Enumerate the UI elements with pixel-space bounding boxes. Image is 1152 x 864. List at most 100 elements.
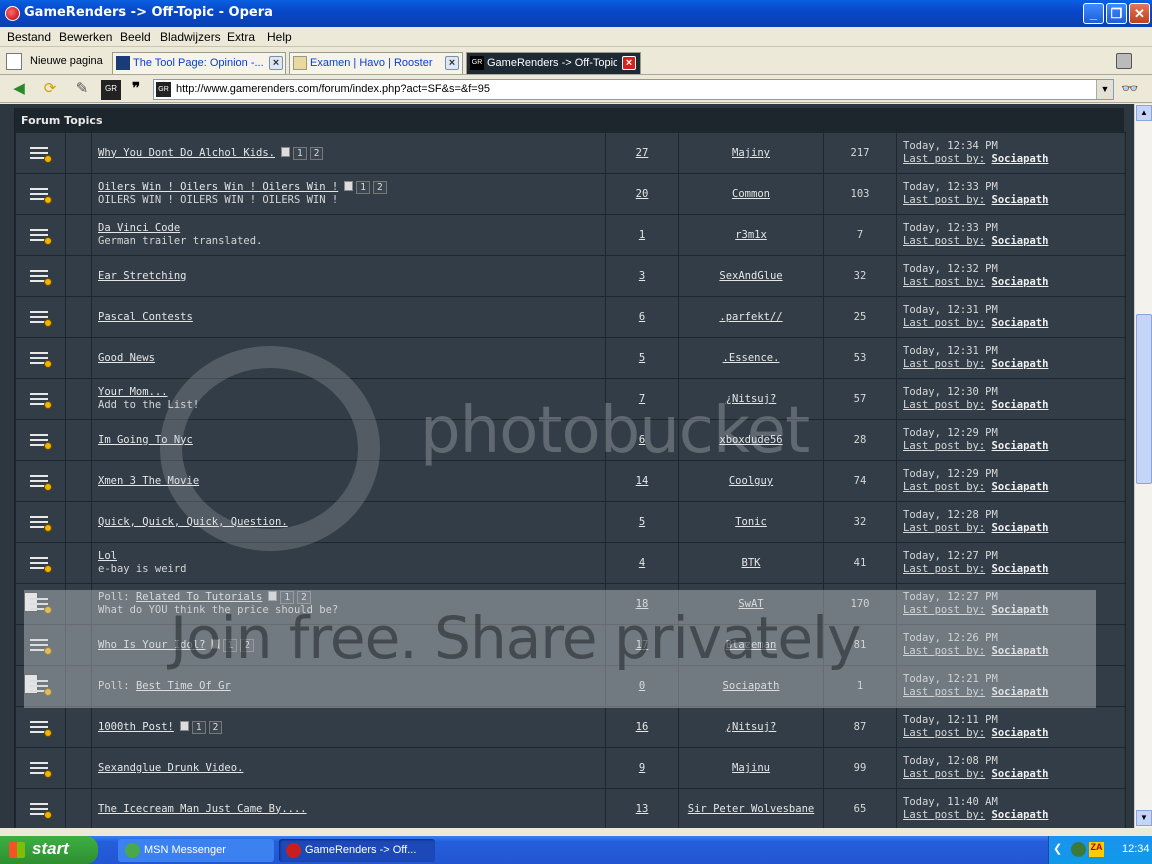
replies-count-link[interactable]: 16: [636, 721, 649, 733]
edit-icon[interactable]: ✎: [72, 80, 92, 100]
topic-starter-link[interactable]: Tonic: [735, 516, 767, 528]
menu-bestand[interactable]: Bestand: [7, 30, 51, 44]
topic-starter-link[interactable]: BTK: [742, 557, 761, 569]
last-post-link[interactable]: Last post by:: [903, 522, 985, 534]
replies-count-link[interactable]: 5: [639, 352, 645, 364]
topic-title-link[interactable]: Why You Dont Do Alchol Kids.: [98, 147, 275, 159]
last-poster-link[interactable]: Sociapath: [992, 481, 1049, 493]
replies-count-link[interactable]: 27: [636, 147, 649, 159]
topic-starter-link[interactable]: Majinu: [732, 762, 770, 774]
replies-count-link[interactable]: 14: [636, 475, 649, 487]
trash-icon[interactable]: [1116, 53, 1132, 69]
close-tab-icon[interactable]: ×: [445, 56, 459, 70]
menu-bladwijzers[interactable]: Bladwijzers: [160, 30, 221, 44]
taskbar-item-opera[interactable]: GameRenders -> Off...: [279, 839, 435, 862]
page-link[interactable]: 2: [208, 720, 223, 734]
last-post-link[interactable]: Last post by:: [903, 481, 985, 493]
last-post-link[interactable]: Last post by:: [903, 276, 985, 288]
back-icon[interactable]: ◀: [9, 80, 29, 100]
topic-starter-link[interactable]: .parfekt//: [719, 311, 782, 323]
page-link[interactable]: 2: [372, 181, 387, 194]
menu-extra[interactable]: Extra: [227, 30, 255, 44]
topic-title-link[interactable]: Ear Stretching: [98, 270, 187, 282]
last-post-link[interactable]: Last post by:: [903, 563, 985, 575]
last-poster-link[interactable]: Sociapath: [992, 317, 1049, 329]
last-post-link[interactable]: Last post by:: [903, 440, 985, 452]
scroll-up-icon[interactable]: ▲: [1136, 105, 1152, 121]
quote-icon[interactable]: ❞: [126, 80, 146, 100]
last-post-link[interactable]: Last post by:: [903, 358, 985, 370]
topic-starter-link[interactable]: Coolguy: [729, 475, 773, 487]
topic-title-link[interactable]: Da Vinci Code: [98, 222, 180, 234]
last-post-link[interactable]: Last post by:: [903, 153, 985, 165]
last-post-link[interactable]: Last post by:: [903, 194, 985, 206]
tab-tool-page[interactable]: The Tool Page: Opinion -... ×: [112, 52, 286, 74]
topic-starter-link[interactable]: SexAndGlue: [719, 270, 782, 282]
topic-title-link[interactable]: Your Mom...: [98, 386, 168, 398]
close-button[interactable]: ✕: [1129, 3, 1150, 24]
last-poster-link[interactable]: Sociapath: [992, 235, 1049, 247]
last-post-link[interactable]: Last post by:: [903, 235, 985, 247]
topic-title-link[interactable]: 1000th Post!: [98, 721, 174, 733]
vertical-scrollbar[interactable]: ▲ ▼: [1134, 104, 1152, 828]
topic-title-link[interactable]: Good News: [98, 352, 155, 364]
topic-starter-link[interactable]: Common: [732, 188, 770, 200]
maximize-button[interactable]: ❐: [1106, 3, 1127, 24]
replies-count-link[interactable]: 3: [639, 270, 645, 282]
last-post-link[interactable]: Last post by:: [903, 768, 985, 780]
last-poster-link[interactable]: Sociapath: [992, 563, 1049, 575]
topic-title-link[interactable]: Lol: [98, 550, 117, 562]
topic-title-link[interactable]: Pascal Contests: [98, 311, 193, 323]
binoculars-icon[interactable]: 👓: [1121, 80, 1145, 98]
close-tab-icon[interactable]: ×: [622, 56, 636, 70]
last-poster-link[interactable]: Sociapath: [992, 399, 1049, 411]
last-poster-link[interactable]: Sociapath: [992, 440, 1049, 452]
tray-expand-icon[interactable]: ❮: [1053, 842, 1068, 857]
menu-beeld[interactable]: Beeld: [120, 30, 151, 44]
minimize-button[interactable]: _: [1083, 3, 1104, 24]
page-link[interactable]: 2: [309, 146, 324, 160]
close-tab-icon[interactable]: ×: [269, 56, 283, 70]
topic-starter-link[interactable]: Sir Peter Wolvesbane: [688, 803, 814, 815]
topic-title-link[interactable]: The Icecream Man Just Came By....: [98, 803, 307, 815]
reload-icon[interactable]: ⟳: [40, 80, 60, 100]
topic-starter-link[interactable]: ¿Nitsuj?: [726, 721, 777, 733]
last-poster-link[interactable]: Sociapath: [992, 809, 1049, 821]
last-poster-link[interactable]: Sociapath: [992, 727, 1049, 739]
last-post-link[interactable]: Last post by:: [903, 809, 985, 821]
address-dropdown-icon[interactable]: ▼: [1096, 80, 1113, 99]
replies-count-link[interactable]: 4: [639, 557, 645, 569]
gr-bookmark-icon[interactable]: GR: [101, 80, 121, 100]
replies-count-link[interactable]: 1: [639, 229, 645, 241]
last-poster-link[interactable]: Sociapath: [992, 522, 1049, 534]
address-input[interactable]: http://www.gamerenders.com/forum/index.p…: [176, 83, 490, 95]
topic-title-link[interactable]: Sexandglue Drunk Video.: [98, 762, 243, 774]
tab-examen[interactable]: Examen | Havo | Rooster ×: [289, 52, 463, 74]
menu-help[interactable]: Help: [267, 30, 292, 44]
last-poster-link[interactable]: Sociapath: [992, 194, 1049, 206]
taskbar-item-msn[interactable]: MSN Messenger: [118, 839, 274, 862]
scroll-thumb[interactable]: [1136, 314, 1152, 484]
scroll-down-icon[interactable]: ▼: [1136, 810, 1152, 826]
address-bar[interactable]: GR http://www.gamerenders.com/forum/inde…: [153, 79, 1114, 100]
menu-bewerken[interactable]: Bewerken: [59, 30, 112, 44]
page-link[interactable]: 1: [191, 720, 206, 734]
last-poster-link[interactable]: Sociapath: [992, 153, 1049, 165]
replies-count-link[interactable]: 20: [636, 188, 649, 200]
topic-starter-link[interactable]: r3m1x: [735, 229, 767, 241]
topic-starter-link[interactable]: .Essence.: [723, 352, 780, 364]
replies-count-link[interactable]: 5: [639, 516, 645, 528]
last-post-link[interactable]: Last post by:: [903, 727, 985, 739]
page-link[interactable]: 1: [293, 146, 307, 160]
page-link[interactable]: 1: [356, 181, 370, 194]
last-poster-link[interactable]: Sociapath: [992, 276, 1049, 288]
replies-count-link[interactable]: 9: [639, 762, 645, 774]
zonealarm-icon[interactable]: ZA: [1089, 842, 1104, 857]
last-post-link[interactable]: Last post by:: [903, 317, 985, 329]
last-poster-link[interactable]: Sociapath: [992, 358, 1049, 370]
tab-gamerenders[interactable]: GR GameRenders -> Off-Topic ×: [466, 52, 641, 74]
last-poster-link[interactable]: Sociapath: [992, 768, 1049, 780]
network-icon[interactable]: [1071, 842, 1086, 857]
replies-count-link[interactable]: 13: [636, 803, 649, 815]
last-post-link[interactable]: Last post by:: [903, 399, 985, 411]
